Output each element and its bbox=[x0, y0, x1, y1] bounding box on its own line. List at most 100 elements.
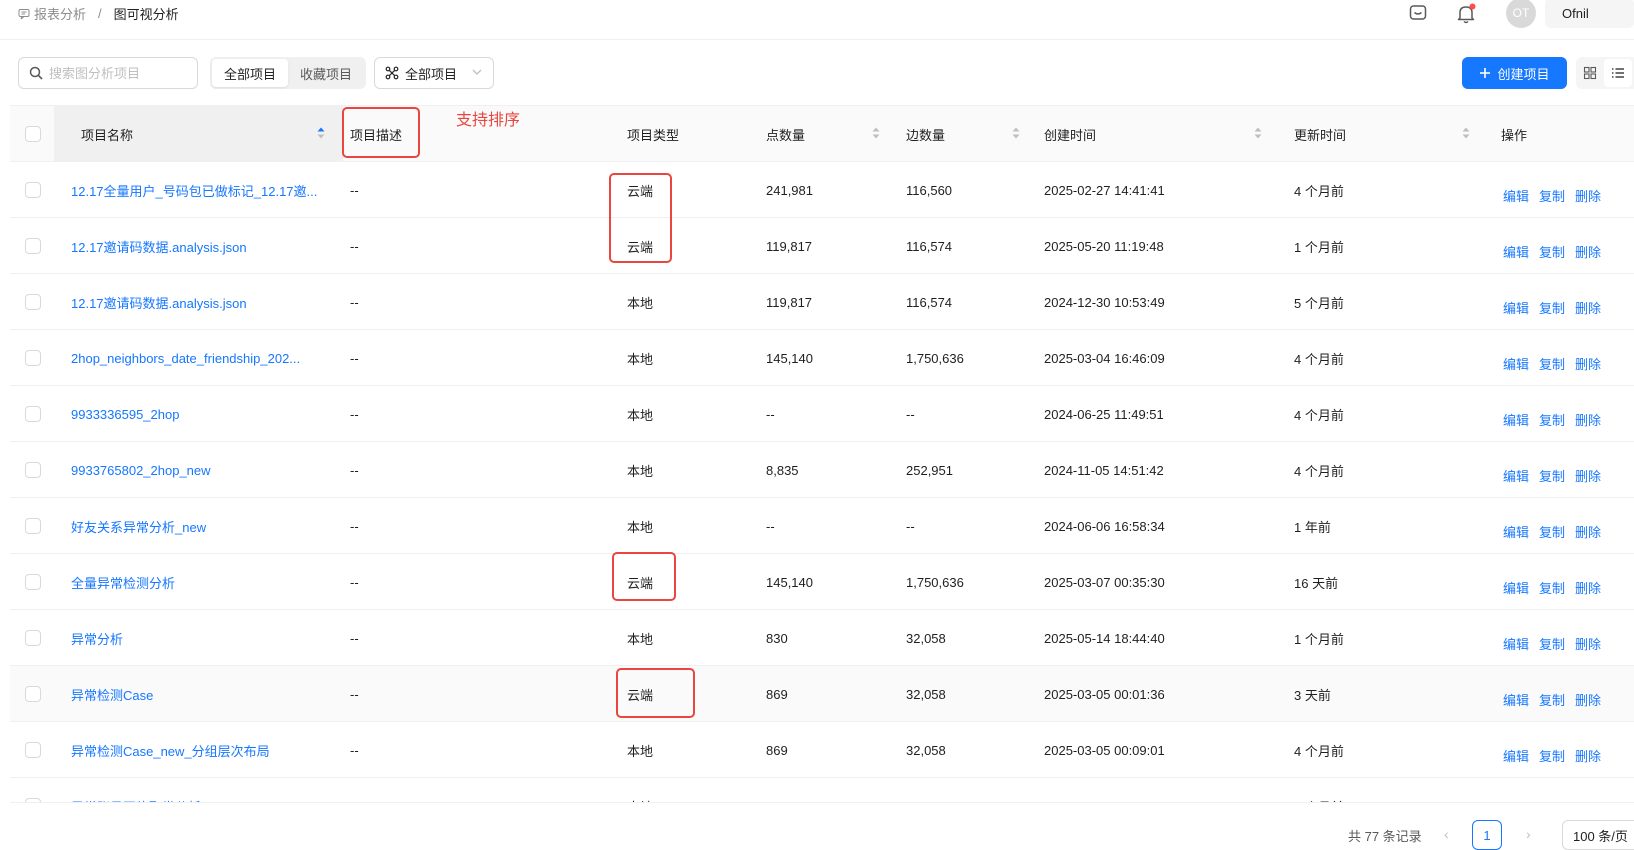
avatar[interactable]: OT bbox=[1506, 0, 1536, 28]
edit-link[interactable]: 编辑 bbox=[1503, 746, 1529, 765]
column-header-edges[interactable]: 边数量 bbox=[906, 106, 1024, 162]
bell-icon[interactable] bbox=[1455, 3, 1476, 24]
delete-link[interactable]: 删除 bbox=[1575, 578, 1601, 597]
row-checkbox[interactable] bbox=[25, 798, 41, 802]
row-checkbox[interactable] bbox=[25, 406, 41, 422]
breadcrumb-parent[interactable]: 报表分析 bbox=[18, 4, 86, 23]
row-checkbox[interactable] bbox=[25, 686, 41, 702]
row-checkbox[interactable] bbox=[25, 742, 41, 758]
select-all-checkbox[interactable] bbox=[25, 126, 41, 142]
table-row: 9933765802_2hop_new -- 本地 8,835 252,951 2024-… bbox=[10, 442, 1634, 498]
delete-link[interactable]: 删除 bbox=[1575, 690, 1601, 709]
copy-link[interactable]: 复制 bbox=[1539, 634, 1565, 653]
copy-link[interactable]: 复制 bbox=[1539, 690, 1565, 709]
column-header-nodes[interactable]: 点数量 bbox=[766, 106, 884, 162]
cell-nodes: 8,835 bbox=[766, 462, 799, 478]
table-row: 好友关系异常分析_new -- 本地 -- -- 2024-06-06 16:58:34 1… bbox=[10, 498, 1634, 554]
cell-name[interactable]: 2hop_neighbors_date_friendship_202... bbox=[71, 330, 323, 386]
edit-link[interactable]: 编辑 bbox=[1503, 690, 1529, 709]
cell-updated: 1 个月前 bbox=[1294, 631, 1344, 647]
row-checkbox[interactable] bbox=[25, 294, 41, 310]
tab-all-projects[interactable]: 全部项目 bbox=[212, 59, 289, 87]
message-icon[interactable] bbox=[1408, 3, 1428, 23]
cell-description: -- bbox=[350, 406, 359, 422]
column-header-type: 项目类型 bbox=[627, 127, 680, 143]
tab-favorite-projects[interactable]: 收藏项目 bbox=[288, 59, 364, 87]
copy-link[interactable]: 复制 bbox=[1539, 242, 1565, 261]
row-checkbox[interactable] bbox=[25, 518, 41, 534]
row-checkbox[interactable] bbox=[25, 350, 41, 366]
create-project-label: 创建项目 bbox=[1497, 66, 1550, 82]
delete-link[interactable]: 删除 bbox=[1575, 746, 1601, 765]
delete-link[interactable]: 删除 bbox=[1575, 466, 1601, 485]
cell-description: -- bbox=[350, 294, 359, 310]
column-header-created[interactable]: 创建时间 bbox=[1044, 106, 1266, 162]
create-project-button[interactable]: 创建项目 bbox=[1462, 57, 1567, 89]
cell-edges: 32,058 bbox=[906, 630, 946, 646]
cell-name[interactable]: 异常账号网络聚类分析 bbox=[71, 778, 323, 803]
breadcrumb-parent-label: 报表分析 bbox=[34, 7, 87, 22]
copy-link[interactable]: 复制 bbox=[1539, 522, 1565, 541]
edit-link[interactable]: 编辑 bbox=[1503, 634, 1529, 653]
cell-nodes: 869 bbox=[766, 742, 788, 758]
row-checkbox[interactable] bbox=[25, 574, 41, 590]
delete-link[interactable]: 删除 bbox=[1575, 634, 1601, 653]
next-page-icon[interactable]: › bbox=[1526, 826, 1531, 842]
cell-name[interactable]: 12.17全量用户_号码包已做标记_12.17邀... bbox=[71, 162, 323, 218]
delete-link[interactable]: 删除 bbox=[1575, 522, 1601, 541]
cell-name[interactable]: 全量异常检测分析 bbox=[71, 554, 323, 610]
edit-link[interactable]: 编辑 bbox=[1503, 802, 1529, 803]
copy-link[interactable]: 复制 bbox=[1539, 354, 1565, 373]
edit-link[interactable]: 编辑 bbox=[1503, 578, 1529, 597]
cell-name[interactable]: 9933765802_2hop_new bbox=[71, 442, 323, 498]
row-checkbox[interactable] bbox=[25, 182, 41, 198]
table-row: 全量异常检测分析 -- 云端 145,140 1,750,636 2025-03-07 0… bbox=[10, 554, 1634, 610]
cell-nodes: 241,981 bbox=[766, 182, 813, 198]
copy-link[interactable]: 复制 bbox=[1539, 578, 1565, 597]
cell-created: 2025-03-05 00:09:01 bbox=[1044, 742, 1165, 758]
project-filter-select[interactable]: 全部项目 bbox=[374, 57, 494, 89]
row-checkbox[interactable] bbox=[25, 462, 41, 478]
edit-link[interactable]: 编辑 bbox=[1503, 466, 1529, 485]
total-records: 共 77 条记录 bbox=[1348, 829, 1422, 844]
cell-name[interactable]: 异常检测Case bbox=[71, 666, 323, 722]
grid-view-icon[interactable] bbox=[1576, 59, 1604, 87]
cell-name[interactable]: 异常分析 bbox=[71, 610, 323, 666]
copy-link[interactable]: 复制 bbox=[1539, 746, 1565, 765]
pagination: 共 77 条记录 ‹ 1 › 100 条/页 bbox=[0, 808, 1634, 850]
edit-link[interactable]: 编辑 bbox=[1503, 186, 1529, 205]
copy-link[interactable]: 复制 bbox=[1539, 802, 1565, 803]
copy-link[interactable]: 复制 bbox=[1539, 410, 1565, 429]
delete-link[interactable]: 删除 bbox=[1575, 410, 1601, 429]
copy-link[interactable]: 复制 bbox=[1539, 186, 1565, 205]
row-checkbox[interactable] bbox=[25, 630, 41, 646]
list-view-icon[interactable] bbox=[1604, 59, 1632, 87]
cell-name[interactable]: 好友关系异常分析_new bbox=[71, 498, 323, 554]
cell-name[interactable]: 12.17邀请码数据.analysis.json bbox=[71, 218, 323, 274]
search-input[interactable] bbox=[49, 65, 189, 81]
edit-link[interactable]: 编辑 bbox=[1503, 354, 1529, 373]
row-checkbox[interactable] bbox=[25, 238, 41, 254]
edit-link[interactable]: 编辑 bbox=[1503, 522, 1529, 541]
page-size-select[interactable]: 100 条/页 bbox=[1562, 820, 1634, 850]
edit-link[interactable]: 编辑 bbox=[1503, 298, 1529, 317]
column-header-name[interactable]: 项目名称 bbox=[54, 106, 343, 162]
copy-link[interactable]: 复制 bbox=[1539, 298, 1565, 317]
delete-link[interactable]: 删除 bbox=[1575, 298, 1601, 317]
delete-link[interactable]: 删除 bbox=[1575, 354, 1601, 373]
cell-edges: -- bbox=[906, 518, 915, 534]
delete-link[interactable]: 删除 bbox=[1575, 242, 1601, 261]
delete-link[interactable]: 删除 bbox=[1575, 802, 1601, 803]
delete-link[interactable]: 删除 bbox=[1575, 186, 1601, 205]
prev-page-icon[interactable]: ‹ bbox=[1444, 826, 1449, 842]
user-menu[interactable]: Ofnil bbox=[1545, 0, 1634, 28]
column-header-updated[interactable]: 更新时间 bbox=[1294, 106, 1474, 162]
search-box[interactable] bbox=[18, 57, 198, 89]
edit-link[interactable]: 编辑 bbox=[1503, 242, 1529, 261]
copy-link[interactable]: 复制 bbox=[1539, 466, 1565, 485]
edit-link[interactable]: 编辑 bbox=[1503, 410, 1529, 429]
cell-name[interactable]: 异常检测Case_new_分组层次布局 bbox=[71, 722, 323, 778]
cell-name[interactable]: 9933336595_2hop bbox=[71, 386, 323, 442]
page-number[interactable]: 1 bbox=[1472, 820, 1502, 850]
cell-name[interactable]: 12.17邀请码数据.analysis.json bbox=[71, 274, 323, 330]
